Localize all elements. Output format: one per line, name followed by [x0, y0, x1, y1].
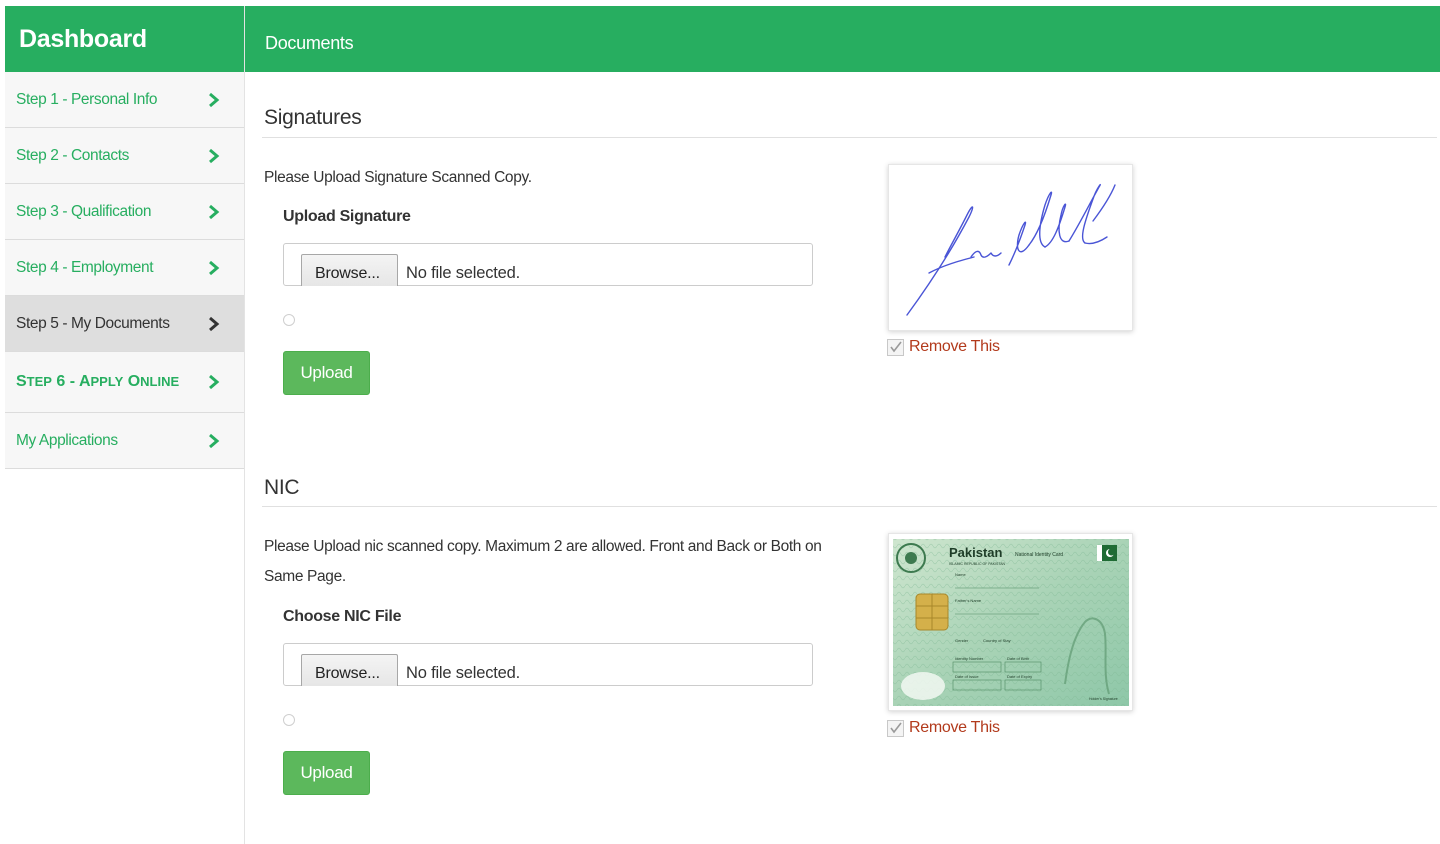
file-status: No file selected. — [406, 264, 520, 282]
remove-label: Remove This — [909, 338, 1000, 355]
sidebar-item-label: Step 3 - Qualification — [16, 202, 152, 220]
card-field-expiry: Date of Expiry — [1007, 674, 1032, 679]
nic-field-label: Choose NIC File — [283, 608, 402, 625]
checkbox[interactable] — [887, 338, 904, 356]
page-title: Documents — [265, 33, 354, 53]
sidebar-item-employment[interactable]: Step 4 - Employment — [5, 240, 244, 296]
emblem-center — [905, 552, 917, 564]
sidebar-item-qualification[interactable]: Step 3 - Qualification — [5, 184, 244, 240]
check-icon — [890, 722, 902, 733]
sidebar-item-personal-info[interactable]: Step 1 - Personal Info — [5, 72, 244, 128]
file-status: No file selected. — [406, 664, 520, 682]
section-title-nic: NIC — [264, 476, 300, 499]
remove-label: Remove This — [909, 719, 1000, 736]
card-field-gender: Gender — [955, 638, 969, 643]
page-header: Documents — [245, 6, 1440, 72]
card-field-father: Father's Name — [955, 598, 982, 603]
app-root: Dashboard Step 1 - Personal Info Step 2 … — [0, 0, 1440, 844]
card-republic: ISLAMIC REPUBLIC OF PAKISTAN — [949, 562, 1006, 566]
nic-description: Please Upload nic scanned copy. Maximum … — [264, 538, 822, 585]
label-part: S — [16, 373, 27, 390]
signature-radio[interactable] — [283, 314, 295, 326]
card-field-country: Country of Stay — [983, 638, 1011, 643]
chevron-right-icon — [207, 374, 221, 390]
divider — [262, 506, 1437, 507]
sidebar-item-contacts[interactable]: Step 2 - Contacts — [5, 128, 244, 184]
signature-preview — [888, 164, 1133, 331]
card-field-id: Identity Number — [955, 656, 984, 661]
nic-file-input[interactable]: Browse... No file selected. — [283, 643, 813, 686]
card-country: Pakistan — [949, 545, 1003, 560]
sidebar-item-apply-online[interactable]: STEP 6 - APPLY ONLINE — [5, 352, 244, 413]
card-field-name: Name — [955, 572, 966, 577]
signature-image — [906, 183, 1116, 316]
checkbox[interactable] — [887, 719, 904, 737]
chevron-right-icon — [207, 316, 221, 332]
label-part: O — [123, 373, 141, 390]
chevron-right-icon — [207, 92, 221, 108]
card-hologram — [901, 672, 945, 700]
signature-description: Please Upload Signature Scanned Copy. — [264, 169, 532, 186]
label-part: 6 - A — [51, 373, 91, 390]
label-part: NLINE — [140, 374, 180, 389]
upload-nic-button[interactable]: Upload — [283, 751, 370, 795]
sidebar-item-label: Step 5 - My Documents — [16, 314, 170, 332]
sidebar-item-my-applications[interactable]: My Applications — [5, 413, 244, 469]
chevron-right-icon — [207, 260, 221, 276]
sidebar-title: Dashboard — [5, 6, 244, 72]
browse-button[interactable]: Browse... — [301, 654, 398, 686]
signature-file-input[interactable]: Browse... No file selected. — [283, 243, 813, 286]
card-type: National Identity Card — [1015, 552, 1063, 558]
card-field-dob: Date of Birth — [1007, 656, 1029, 661]
chevron-right-icon — [207, 148, 221, 164]
section-title-signatures: Signatures — [264, 106, 362, 129]
sidebar-item-label: My Applications — [16, 431, 118, 449]
nic-remove-toggle[interactable]: Remove This — [887, 719, 1000, 737]
label-part: TEP — [26, 374, 52, 389]
upload-signature-button[interactable]: Upload — [283, 351, 370, 395]
signature-field-label: Upload Signature — [283, 208, 411, 225]
label-part: PPLY — [90, 374, 124, 389]
divider — [262, 137, 1437, 138]
signature-remove-toggle[interactable]: Remove This — [887, 338, 1000, 356]
sidebar-item-label: Step 4 - Employment — [16, 258, 154, 276]
nic-card-image: Pakistan National Identity Card ISLAMIC … — [893, 539, 1129, 706]
flag-crescent-cut — [1108, 548, 1115, 556]
chevron-right-icon — [207, 204, 221, 220]
sidebar: Dashboard Step 1 - Personal Info Step 2 … — [5, 6, 245, 844]
flag-stripe — [1097, 545, 1102, 561]
browse-button[interactable]: Browse... — [301, 254, 398, 286]
chevron-right-icon — [207, 433, 221, 449]
sidebar-item-label: STEP 6 - APPLY ONLINE — [16, 373, 179, 391]
check-icon — [890, 341, 902, 352]
sidebar-item-label: Step 1 - Personal Info — [16, 90, 158, 108]
card-field-signature: Holder's Signature — [1089, 697, 1118, 701]
nic-radio[interactable] — [283, 714, 295, 726]
sidebar-item-my-documents[interactable]: Step 5 - My Documents — [5, 296, 244, 352]
nic-preview: Pakistan National Identity Card ISLAMIC … — [888, 533, 1133, 711]
card-field-issue: Date of Issue — [955, 674, 979, 679]
sidebar-item-label: Step 2 - Contacts — [16, 146, 129, 164]
